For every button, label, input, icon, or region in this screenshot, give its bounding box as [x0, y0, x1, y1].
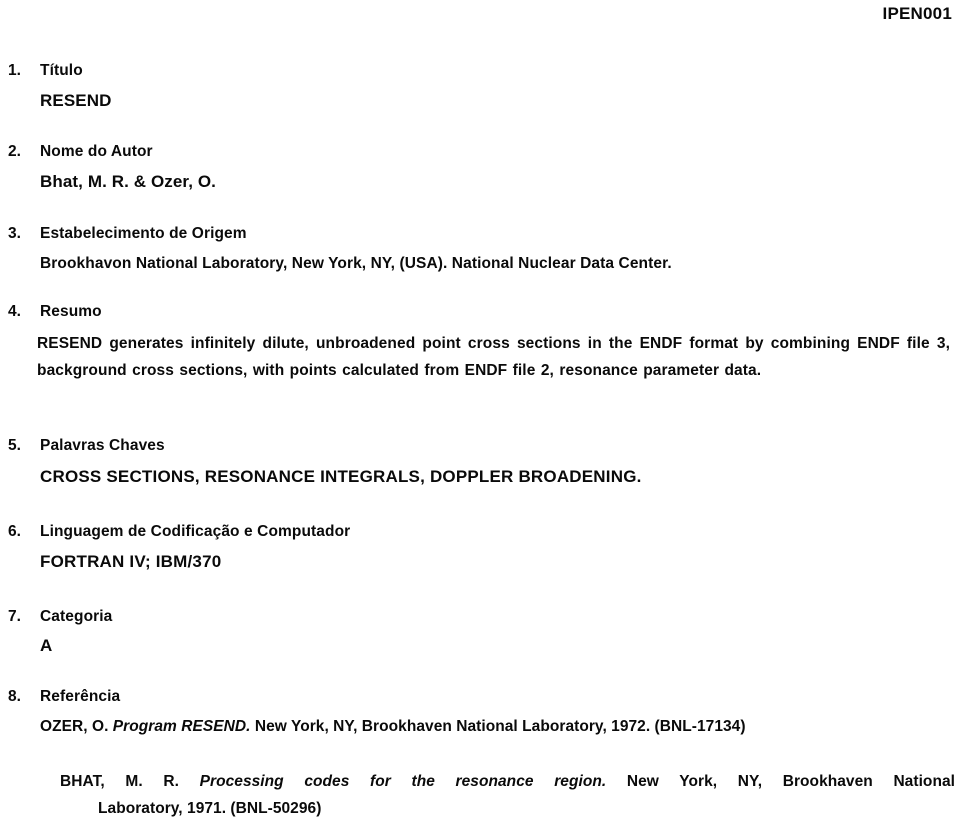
- section-number: 4.: [8, 303, 21, 320]
- section-heading: 8. Referência: [0, 688, 960, 712]
- section-heading: 3. Estabelecimento de Origem: [0, 225, 960, 249]
- section-number: 7.: [8, 608, 21, 625]
- section-categoria: 7. Categoria: [0, 608, 960, 632]
- reference-source-continued: Laboratory, 1971. (BNL-50296): [98, 800, 322, 817]
- section-value-palavras-chaves: CROSS SECTIONS, RESONANCE INTEGRALS, DOP…: [40, 467, 642, 486]
- section-label: Nome do Autor: [40, 143, 153, 160]
- section-heading: 5. Palavras Chaves: [0, 437, 960, 461]
- section-palavras-chaves: 5. Palavras Chaves: [0, 437, 960, 461]
- section-value-linguagem: FORTRAN IV; IBM/370: [40, 552, 222, 571]
- reference-title: Program RESEND.: [112, 718, 251, 735]
- section-heading: 1. Título: [0, 62, 960, 86]
- reference-source: New York, NY, Brookhaven National: [626, 773, 955, 790]
- section-heading: 2. Nome do Autor: [0, 143, 960, 167]
- abstract-text: RESEND generates infinitely dilute, unbr…: [37, 330, 950, 384]
- section-value-estabelecimento: Brookhavon National Laboratory, New York…: [40, 255, 672, 272]
- section-heading: 4. Resumo: [0, 303, 960, 327]
- section-estabelecimento: 3. Estabelecimento de Origem Brookhavon …: [0, 225, 960, 273]
- section-linguagem: 6. Linguagem de Codificação e Computador: [0, 523, 960, 547]
- section-number: 2.: [8, 143, 21, 160]
- section-label: Linguagem de Codificação e Computador: [40, 523, 351, 540]
- section-number: 6.: [8, 523, 21, 540]
- abstract-body: RESEND generates infinitely dilute, unbr…: [37, 335, 950, 379]
- section-label: Resumo: [40, 303, 102, 320]
- section-heading: 6. Linguagem de Codificação e Computador: [0, 523, 960, 547]
- section-autor: 2. Nome do Autor Bhat, M. R. & Ozer, O.: [0, 143, 960, 192]
- section-label: Palavras Chaves: [40, 437, 165, 454]
- reference-author: BHAT, M. R.: [60, 773, 179, 790]
- section-resumo: 4. Resumo: [0, 303, 960, 327]
- section-label: Título: [40, 62, 83, 79]
- reference-entry: OZER, O. Program RESEND. New York, NY, B…: [40, 713, 955, 740]
- section-number: 8.: [8, 688, 21, 705]
- document-page: IPEN001 1. Título RESEND 2. Nome do Auto…: [0, 0, 960, 820]
- section-number: 3.: [8, 225, 21, 242]
- section-heading: 7. Categoria: [0, 608, 960, 632]
- section-label: Categoria: [40, 608, 113, 625]
- section-titulo: 1. Título RESEND: [0, 62, 960, 111]
- section-number: 1.: [8, 62, 21, 79]
- reference-entry: BHAT, M. R. Processing codes for the res…: [60, 768, 955, 822]
- document-id: IPEN001: [882, 4, 952, 23]
- section-number: 5.: [8, 437, 21, 454]
- section-value-titulo: RESEND: [40, 91, 112, 110]
- reference-author: OZER, O.: [40, 718, 109, 735]
- section-value-categoria: A: [40, 636, 53, 655]
- reference-source: New York, NY, Brookhaven National Labora…: [254, 718, 746, 735]
- section-label: Estabelecimento de Origem: [40, 225, 247, 242]
- reference-title: Processing codes for the resonance regio…: [199, 773, 607, 790]
- section-referencia: 8. Referência: [0, 688, 960, 712]
- section-label: Referência: [40, 688, 121, 705]
- section-value-autor: Bhat, M. R. & Ozer, O.: [40, 172, 217, 191]
